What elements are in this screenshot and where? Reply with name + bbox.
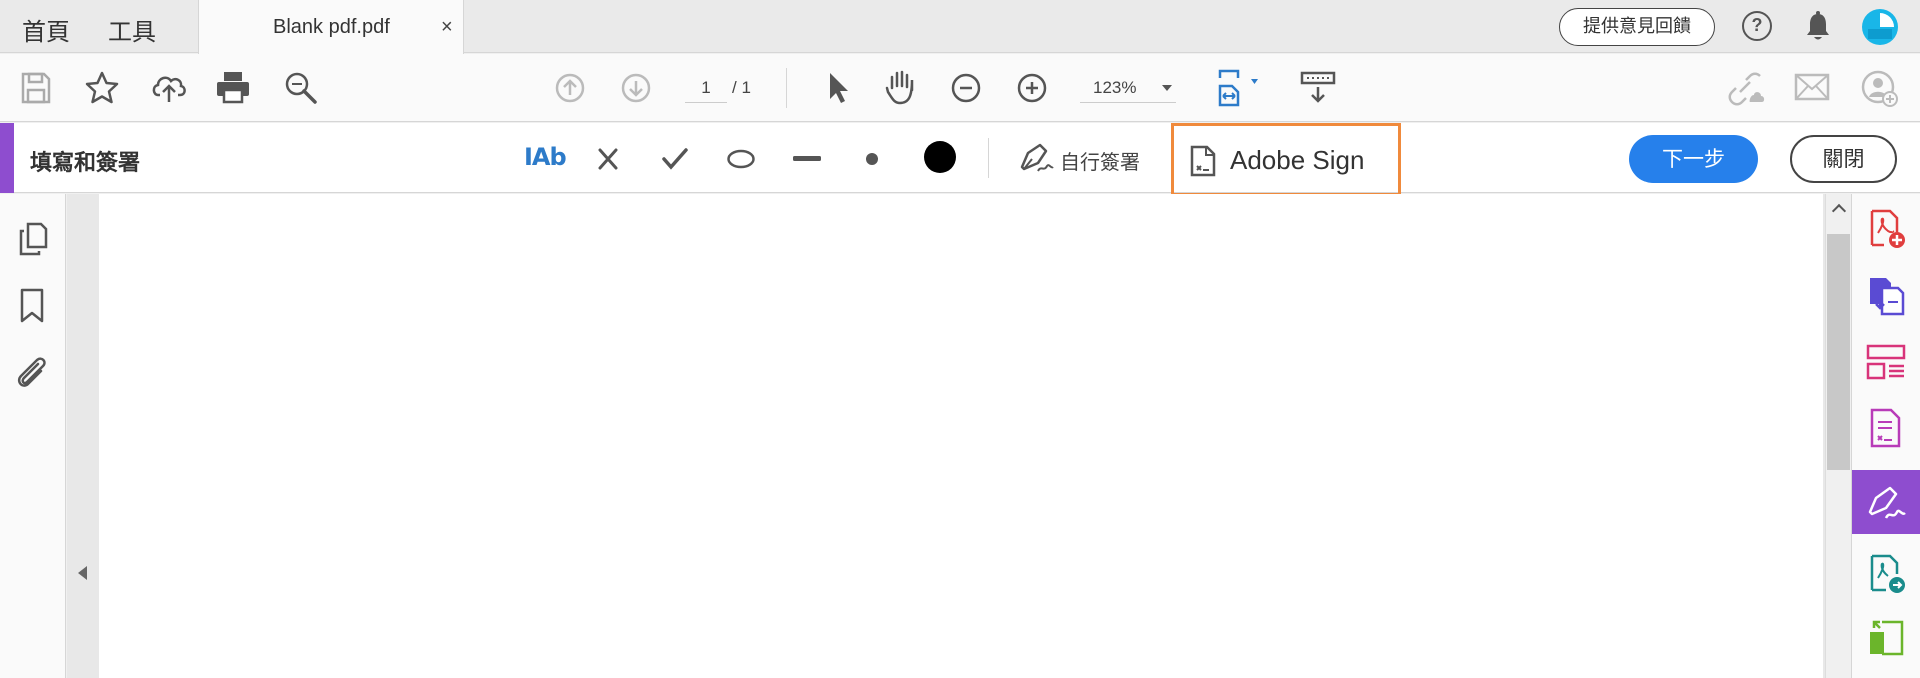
close-tab-icon[interactable]: × bbox=[441, 16, 453, 39]
send-for-review-icon[interactable] bbox=[1864, 552, 1908, 596]
checkmark-icon[interactable] bbox=[661, 147, 689, 171]
edit-pdf-icon[interactable] bbox=[1864, 406, 1908, 450]
self-sign-label: 自行簽署 bbox=[1060, 150, 1140, 174]
pdf-page[interactable] bbox=[99, 194, 1823, 678]
search-zoom-icon[interactable] bbox=[283, 70, 319, 106]
zoom-value: 123% bbox=[1093, 78, 1137, 97]
star-icon[interactable] bbox=[84, 70, 120, 106]
fill-sign-divider bbox=[988, 138, 989, 178]
tab-tools[interactable]: 工具 bbox=[108, 12, 156, 47]
document-canvas[interactable] bbox=[67, 194, 1825, 678]
select-arrow-icon[interactable] bbox=[824, 70, 852, 106]
zoom-level-select[interactable]: 123% bbox=[1080, 73, 1176, 103]
chevron-down-icon bbox=[1162, 85, 1172, 91]
scrollbar-thumb[interactable] bbox=[1827, 234, 1850, 470]
avatar[interactable] bbox=[1862, 9, 1898, 45]
page-number-input[interactable]: 1 bbox=[685, 73, 727, 103]
fill-sign-tool-active[interactable] bbox=[1852, 470, 1920, 534]
email-icon[interactable] bbox=[1794, 73, 1830, 101]
fill-sign-toolbar: 填寫和簽署 IAb 自行簽署 Adobe Sign 下一步 關閉 bbox=[0, 123, 1920, 196]
next-step-button[interactable]: 下一步 bbox=[1629, 135, 1758, 183]
pages-icon[interactable] bbox=[17, 221, 49, 257]
attachment-icon[interactable] bbox=[14, 354, 50, 390]
fill-sign-title: 填寫和簽署 bbox=[30, 151, 141, 176]
line-icon[interactable] bbox=[792, 154, 822, 164]
fit-page-icon[interactable] bbox=[1216, 68, 1262, 108]
adobe-sign-label: Adobe Sign bbox=[1230, 145, 1365, 175]
collapse-panel-icon[interactable] bbox=[78, 566, 87, 580]
add-user-icon[interactable] bbox=[1860, 69, 1898, 107]
pen-sign-icon bbox=[1020, 143, 1054, 172]
read-mode-icon[interactable] bbox=[1300, 70, 1336, 104]
page-down-icon[interactable] bbox=[620, 72, 652, 104]
save-icon[interactable] bbox=[20, 71, 52, 105]
compress-icon[interactable] bbox=[1864, 614, 1908, 658]
toolbar-divider bbox=[786, 68, 787, 108]
feedback-button[interactable]: 提供意見回饋 bbox=[1559, 8, 1715, 46]
add-text-tool[interactable]: IAb bbox=[524, 143, 567, 171]
right-tools-panel bbox=[1851, 194, 1920, 678]
ellipse-icon[interactable] bbox=[726, 149, 756, 169]
cross-mark-icon[interactable] bbox=[596, 147, 620, 171]
document-tab-title: Blank pdf.pdf bbox=[273, 16, 390, 38]
left-navigation-panel bbox=[0, 194, 66, 678]
fill-sign-icon bbox=[1868, 486, 1906, 519]
main-toolbar: 1 / 1 123% bbox=[0, 54, 1920, 122]
cloud-upload-icon[interactable] bbox=[150, 71, 188, 105]
page-up-icon[interactable] bbox=[554, 72, 586, 104]
document-sign-icon bbox=[1190, 145, 1216, 177]
share-link-icon[interactable] bbox=[1726, 70, 1766, 106]
color-picker-icon[interactable] bbox=[923, 140, 957, 174]
zoom-out-icon[interactable] bbox=[950, 72, 982, 104]
zoom-in-icon[interactable] bbox=[1016, 72, 1048, 104]
hand-icon[interactable] bbox=[883, 68, 919, 106]
print-icon[interactable] bbox=[215, 70, 251, 104]
export-pdf-icon[interactable] bbox=[1864, 274, 1908, 318]
create-pdf-icon[interactable] bbox=[1864, 207, 1908, 251]
adobe-sign-button[interactable]: Adobe Sign bbox=[1171, 123, 1401, 196]
page-total: / 1 bbox=[732, 78, 751, 97]
close-button[interactable]: 關閉 bbox=[1790, 135, 1897, 183]
fill-sign-accent bbox=[0, 123, 14, 193]
vertical-scrollbar[interactable] bbox=[1825, 194, 1851, 678]
organize-pages-icon[interactable] bbox=[1864, 340, 1908, 384]
tab-home[interactable]: 首頁 bbox=[22, 12, 70, 47]
tab-bar: 首頁 工具 Blank pdf.pdf × 提供意見回饋 ? bbox=[0, 0, 1920, 54]
scroll-up-icon[interactable] bbox=[1831, 203, 1847, 219]
help-icon[interactable]: ? bbox=[1742, 11, 1772, 41]
bookmark-icon[interactable] bbox=[19, 288, 45, 324]
tab-document[interactable]: Blank pdf.pdf × bbox=[198, 0, 464, 54]
bell-icon[interactable] bbox=[1804, 11, 1832, 43]
dot-icon[interactable] bbox=[865, 152, 879, 166]
